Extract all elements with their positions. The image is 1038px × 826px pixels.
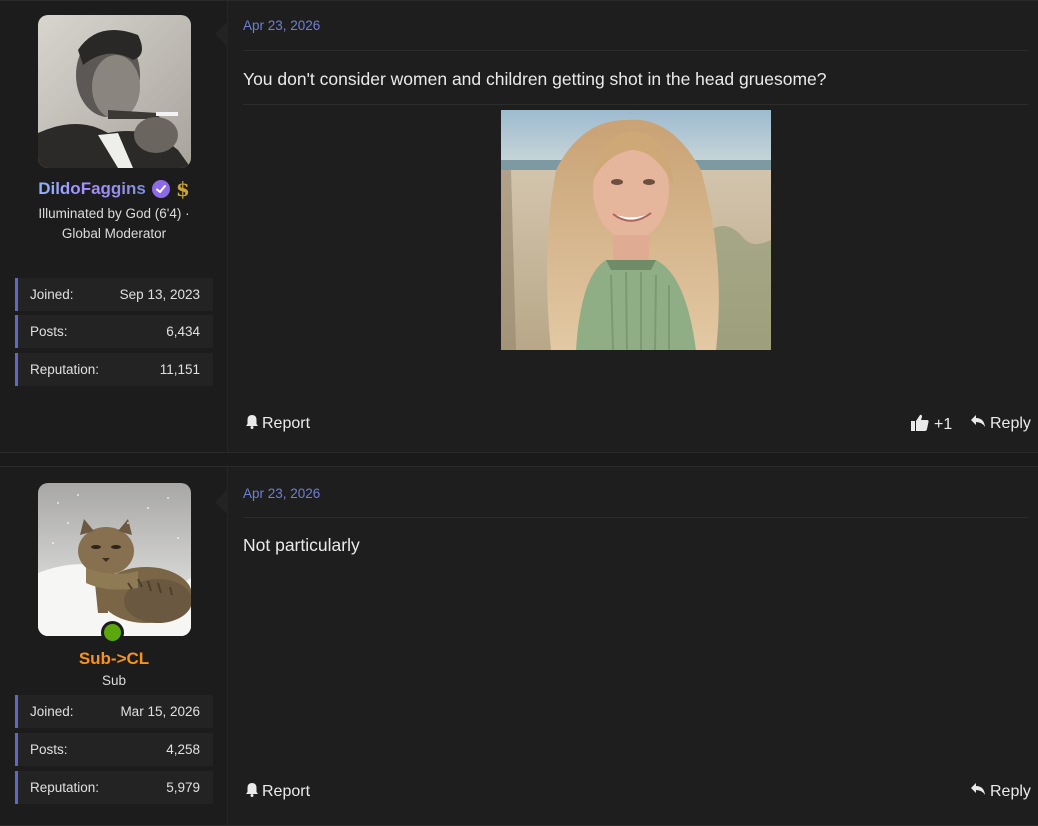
reply-icon bbox=[970, 414, 986, 433]
post-message: Not particularly bbox=[243, 535, 360, 555]
divider bbox=[243, 104, 1028, 105]
post-arrow bbox=[215, 489, 228, 515]
reply-label[interactable]: Reply bbox=[990, 783, 1031, 801]
post-date[interactable]: Apr 23, 2026 bbox=[243, 486, 320, 501]
stat-label: Posts: bbox=[30, 324, 68, 339]
post-content: Apr 23, 2026 Not particularly Report Rep… bbox=[228, 467, 1038, 825]
stat-reputation: Reputation: 5,979 bbox=[15, 771, 213, 804]
reply-icon bbox=[970, 782, 986, 801]
user-info-panel: DildoFaggins $ Illuminated by God (6'4) … bbox=[0, 1, 228, 452]
reply-button[interactable]: Reply bbox=[970, 414, 1031, 433]
stat-label: Joined: bbox=[30, 287, 74, 302]
user-title: Sub bbox=[101, 673, 127, 688]
reaction-count: +1 bbox=[934, 416, 953, 433]
stat-label: Reputation: bbox=[30, 780, 100, 795]
avatar[interactable] bbox=[38, 483, 191, 636]
username[interactable]: DildoFaggins $ bbox=[0, 179, 228, 199]
post: DildoFaggins $ Illuminated by God (6'4) … bbox=[0, 0, 1038, 453]
stat-posts: Posts: 6,434 bbox=[15, 315, 213, 348]
username[interactable]: Sub->CL bbox=[0, 649, 228, 669]
embedded-gif-image[interactable] bbox=[501, 110, 771, 350]
stat-value: 4,258 bbox=[166, 742, 200, 757]
stat-value: 5,979 bbox=[166, 780, 200, 795]
stat-value: Sep 13, 2023 bbox=[119, 287, 200, 302]
stat-label: Posts: bbox=[30, 742, 68, 757]
stat-value: Mar 15, 2026 bbox=[120, 704, 200, 719]
report-button[interactable]: Report bbox=[245, 414, 310, 434]
post-message: You don't consider women and children ge… bbox=[243, 69, 827, 89]
report-label[interactable]: Report bbox=[262, 783, 310, 801]
avatar[interactable] bbox=[38, 15, 191, 168]
thumbs-up-icon bbox=[911, 414, 929, 436]
divider bbox=[243, 50, 1028, 51]
post-content: Apr 23, 2026 You don't consider women an… bbox=[228, 1, 1038, 452]
post: Sub->CL Sub Joined: Mar 15, 2026 Posts: … bbox=[0, 466, 1038, 826]
bell-icon bbox=[245, 782, 259, 802]
post-arrow bbox=[215, 21, 228, 47]
stat-label: Joined: bbox=[30, 704, 74, 719]
username-text[interactable]: Sub->CL bbox=[79, 649, 149, 668]
dollar-badge-icon: $ bbox=[175, 177, 190, 201]
online-status-indicator bbox=[101, 621, 124, 644]
user-info-panel: Sub->CL Sub Joined: Mar 15, 2026 Posts: … bbox=[0, 467, 228, 825]
reply-button[interactable]: Reply bbox=[970, 782, 1031, 801]
report-label[interactable]: Report bbox=[262, 415, 310, 433]
stat-label: Reputation: bbox=[30, 362, 100, 377]
report-button[interactable]: Report bbox=[245, 782, 310, 802]
stat-joined: Joined: Mar 15, 2026 bbox=[15, 695, 213, 728]
bell-icon bbox=[245, 414, 259, 434]
stat-joined: Joined: Sep 13, 2023 bbox=[15, 278, 213, 311]
username-text[interactable]: DildoFaggins bbox=[38, 179, 146, 199]
reaction-button[interactable]: +1 bbox=[911, 414, 952, 436]
stat-reputation: Reputation: 11,151 bbox=[15, 353, 213, 386]
stat-value: 6,434 bbox=[166, 324, 200, 339]
post-date[interactable]: Apr 23, 2026 bbox=[243, 18, 320, 33]
verified-badge-icon bbox=[151, 180, 170, 198]
reply-label[interactable]: Reply bbox=[990, 415, 1031, 433]
stat-posts: Posts: 4,258 bbox=[15, 733, 213, 766]
divider bbox=[243, 517, 1028, 518]
user-title: Illuminated by God (6'4) · Global Modera… bbox=[38, 206, 190, 241]
stat-value: 11,151 bbox=[159, 362, 200, 377]
